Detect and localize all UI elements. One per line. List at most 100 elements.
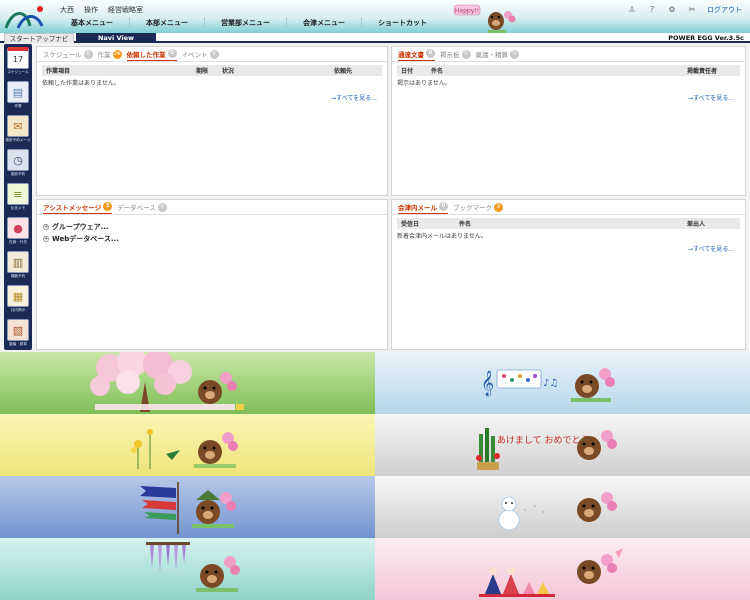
tree-item-groupware[interactable]: + グループウェア... [43, 221, 387, 233]
column-header[interactable]: 期限 [192, 66, 218, 75]
work-table-header: 作業項目 期限 状況 依頼先 [42, 65, 382, 76]
calendar-icon: 17 [7, 47, 29, 69]
person-icon[interactable]: ♙ [627, 5, 637, 15]
assist-tabs: アシストメッセージ 3 データベース 0 [37, 200, 387, 215]
column-header[interactable]: 作業項目 [42, 66, 192, 75]
seasonal-banners: 𝄞 ♪♫ あけまして おめでとう! [0, 352, 750, 600]
column-header[interactable]: 日付 [397, 66, 427, 75]
column-header[interactable]: 受信日 [397, 219, 455, 228]
banner-background [0, 476, 375, 538]
mail-tabs: 会津内メール 0 ブックマーク 9 [392, 200, 745, 215]
mail-table-header: 受信日 件名 差出人 [397, 218, 740, 229]
sidebar-item-facility-booking[interactable]: ◷ 施設予約 [4, 149, 32, 183]
banner-snowman [375, 476, 750, 538]
expand-icon[interactable]: + [43, 236, 49, 242]
mail-panel: 会津内メール 0 ブックマーク 9 受信日 件名 差出人 新着会津内メールはありませ… [391, 199, 746, 350]
tab-label: データベース [117, 204, 156, 212]
tab-internal-mail[interactable]: 会津内メール 0 [398, 201, 448, 214]
header-bar: 大西 操作 経営戦略室 基本メニュー 本部メニュー 営業部メニュー 会津メニュー… [0, 0, 750, 34]
menu-basic[interactable]: 基本メニュー [55, 18, 129, 28]
notice-tabs: 通達文書 0 掲示板 0 稟議・精算 0 [392, 47, 745, 62]
count-badge: 0 [209, 49, 219, 59]
column-header[interactable]: 件名 [427, 66, 683, 75]
count-badge: 3 [103, 202, 113, 211]
sidebar-item-facility-mail[interactable]: ✉ 施設予約メール [4, 115, 32, 149]
sidebar-item-label: 作業 [14, 104, 22, 108]
sidebar-item-label: スケジュール [7, 70, 29, 74]
nav-bar: スタートアップナビ Navi View POWER EGG Ver.3.5c [0, 33, 750, 43]
expand-icon[interactable]: + [43, 224, 49, 230]
banner-hina-dolls [375, 538, 750, 600]
count-badge: 24 [112, 49, 122, 59]
clock-icon: ◷ [7, 149, 29, 171]
sidebar-item-memo[interactable]: ≡ 伝言メモ [4, 183, 32, 217]
tab-circular[interactable]: 通達文書 0 [398, 48, 435, 61]
sidebar: 17 スケジュール ▤ 作業 ✉ 施設予約メール ◷ 施設予約 ≡ 伝言メモ ●… [4, 44, 32, 350]
column-header[interactable]: 依頼先 [330, 66, 352, 75]
menu-headquarters[interactable]: 本部メニュー [129, 18, 204, 28]
empty-message: 掲示はありません。 [397, 80, 451, 87]
envelope-icon: ✉ [7, 115, 29, 137]
empty-message: 依頼した作業はありません。 [42, 80, 120, 87]
help-icon[interactable]: ? [647, 5, 657, 15]
sidebar-item-schedule[interactable]: 17 スケジュール [4, 47, 32, 81]
tab-event[interactable]: イベント 0 [182, 48, 219, 61]
pin-icon: ● [7, 217, 29, 239]
menu-shortcut[interactable]: ショートカット [361, 18, 443, 28]
sidebar-item-work[interactable]: ▤ 作業 [4, 81, 32, 115]
tab-bulletin-board[interactable]: 掲示板 0 [440, 48, 471, 61]
user-name[interactable]: 大西 [60, 5, 74, 15]
gear-icon[interactable]: ⚙ [667, 5, 677, 15]
board-icon: ▦ [7, 285, 29, 307]
tab-approval[interactable]: 稟議・精算 0 [476, 48, 519, 61]
column-header[interactable]: 掲載責任者 [683, 66, 717, 75]
sidebar-item-label: 社内掲示 [10, 308, 26, 312]
tab-label: ブックマーク [453, 204, 492, 212]
tab-requested-work[interactable]: 依頼した作業 0 [126, 48, 177, 61]
tab-label: 通達文書 [398, 50, 424, 59]
tree-item-web-database[interactable]: + Webデータベース... [43, 233, 387, 245]
sidebar-item-bulletin[interactable]: ▦ 社内掲示 [4, 285, 32, 319]
banner-music: 𝄞 ♪♫ [375, 352, 750, 414]
tab-label: イベント [181, 51, 208, 59]
count-badge: 0 [439, 202, 448, 211]
column-header[interactable]: 状況 [218, 66, 330, 75]
column-header[interactable]: 差出人 [683, 219, 705, 228]
work-panel: スケジュール 0 作業 24 依頼した作業 0 イベント 0 作業項目 期限 状況 依頼… [36, 46, 388, 196]
version-label: POWER EGG Ver.3.5c [668, 34, 744, 42]
tab-assist-message[interactable]: アシストメッセージ 3 [43, 201, 113, 214]
banner-carp-streamer [0, 476, 375, 538]
user-action-link[interactable]: 操作 [84, 5, 98, 15]
banner-new-year: あけまして おめでとう! [375, 414, 750, 476]
department-label: 経営戦略室 [108, 6, 143, 14]
assist-tree: + グループウェア... + Webデータベース... [43, 221, 387, 245]
see-all-link[interactable]: →すべてを見る... [688, 244, 734, 253]
sidebar-item-equipment[interactable]: ▥ 機器予約 [4, 251, 32, 285]
tab-navi-view[interactable]: Navi View [76, 33, 156, 43]
menu-sales[interactable]: 営業部メニュー [204, 18, 286, 28]
main-menu: 基本メニュー 本部メニュー 営業部メニュー 会津メニュー ショートカット [55, 18, 443, 28]
sidebar-item-whereabouts[interactable]: ● 在席・行先 [4, 217, 32, 251]
tab-label: アシストメッセージ [43, 203, 102, 212]
tool-icon[interactable]: ✂ [687, 5, 697, 15]
logout-link[interactable]: ログアウト [707, 5, 742, 15]
banner-background [375, 538, 750, 600]
count-badge: 0 [167, 49, 177, 58]
banner-background [0, 414, 375, 476]
empty-message: 新着会津内メールはありません。 [397, 233, 487, 240]
tab-database[interactable]: データベース 0 [117, 201, 167, 214]
memo-icon: ≡ [7, 183, 29, 205]
sidebar-item-approval[interactable]: ▧ 稟議・精算 [4, 319, 32, 352]
see-all-link[interactable]: →すべてを見る... [688, 93, 734, 102]
column-header[interactable]: 件名 [455, 219, 683, 228]
tab-bookmark[interactable]: ブックマーク 9 [453, 201, 503, 214]
tab-schedule[interactable]: スケジュール 0 [43, 48, 93, 61]
menu-aizu[interactable]: 会津メニュー [286, 18, 361, 28]
see-all-link[interactable]: →すべてを見る... [331, 93, 377, 102]
user-info: 大西 操作 経営戦略室 [60, 5, 143, 15]
tab-label: 作業 [97, 51, 111, 59]
tab-label: 掲示板 [440, 51, 460, 59]
tab-work[interactable]: 作業 24 [98, 48, 122, 61]
tab-startup-navi[interactable]: スタートアップナビ [4, 33, 74, 43]
tree-item-label: グループウェア... [52, 223, 109, 231]
